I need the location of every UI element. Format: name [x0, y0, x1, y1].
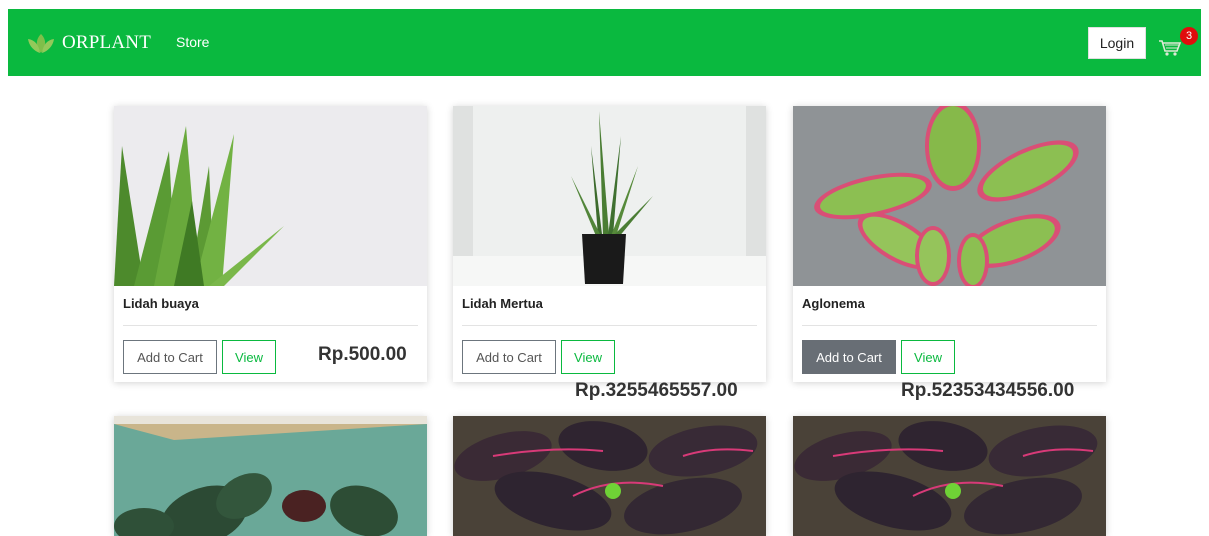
login-button[interactable]: Login [1088, 27, 1146, 59]
view-button[interactable]: View [222, 340, 276, 374]
product-name: Aglonema [802, 296, 865, 311]
product-image[interactable] [114, 416, 427, 536]
product-card [453, 416, 766, 536]
product-image[interactable] [453, 416, 766, 536]
product-price: Rp.3255465557.00 [575, 380, 738, 401]
cart-count-badge: 3 [1180, 27, 1198, 45]
add-to-cart-button[interactable]: Add to Cart [123, 340, 217, 374]
divider [462, 325, 757, 326]
view-button[interactable]: View [561, 340, 615, 374]
add-to-cart-button[interactable]: Add to Cart [462, 340, 556, 374]
brand[interactable]: ORPLANT [26, 31, 151, 55]
product-image[interactable] [793, 106, 1106, 286]
product-image[interactable] [793, 416, 1106, 536]
product-card [793, 416, 1106, 536]
product-price: Rp.500.00 [318, 344, 407, 365]
product-name: Lidah Mertua [462, 296, 543, 311]
product-price: Rp.52353434556.00 [901, 380, 1075, 401]
nav-link-store[interactable]: Store [176, 34, 209, 50]
leaf-logo-icon [28, 34, 54, 53]
product-card: Lidah buaya Add to Cart View Rp.500.00 [114, 106, 427, 382]
product-name: Lidah buaya [123, 296, 199, 311]
product-card: Lidah Mertua Add to Cart View Rp.3255465… [453, 106, 766, 401]
add-to-cart-button[interactable]: Add to Cart [802, 340, 896, 374]
product-card: Aglonema Add to Cart View Rp.52353434556… [793, 106, 1106, 401]
divider [123, 325, 418, 326]
shopping-cart-icon [1159, 40, 1182, 56]
brand-name: ORPLANT [62, 32, 152, 53]
navbar: ORPLANT Store Login 3 [8, 9, 1201, 76]
product-card [114, 416, 427, 536]
product-image[interactable] [453, 106, 766, 286]
product-image[interactable] [114, 106, 427, 286]
divider [802, 325, 1097, 326]
view-button[interactable]: View [901, 340, 955, 374]
cart-button[interactable]: 3 [1158, 27, 1202, 63]
